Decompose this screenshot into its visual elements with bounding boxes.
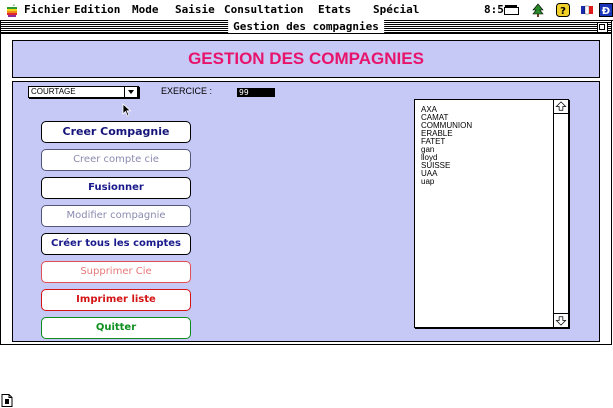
fusionner-button[interactable]: Fusionner [41,177,191,199]
scroll-down-arrow-icon[interactable] [554,313,568,327]
scroll-up-arrow-icon[interactable] [554,100,568,114]
window-gestion-compagnies: Gestion des compagnies GESTION DES COMPA… [0,20,612,345]
app-icon[interactable]: Ð [599,3,613,17]
menu-edition[interactable]: Edition [74,3,120,17]
modifier-compagnie-button[interactable]: Modifier compagnie [41,205,191,227]
zoom-box-icon[interactable] [597,22,608,33]
tree-icon[interactable] [531,3,545,17]
page-title: GESTION DES COMPAGNIES [188,49,424,68]
window-title: Gestion des compagnies [228,20,384,33]
exercice-label: EXERCICE : [161,86,213,96]
menu-fichier[interactable]: Fichier [24,3,70,17]
flag-icon[interactable] [580,3,594,17]
list-scrollbar[interactable] [553,100,568,327]
header-panel: GESTION DES COMPAGNIES [12,40,600,78]
imprimer-liste-button[interactable]: Imprimer liste [41,289,191,311]
svg-text:?: ? [560,6,566,17]
svg-text:Ð: Ð [602,6,610,17]
creer-compte-button[interactable]: Creer compte cie [41,149,191,171]
list-item[interactable]: uap [421,178,472,186]
menu-special[interactable]: Spécial [373,3,419,17]
document-icon[interactable] [1,394,13,407]
quitter-button[interactable]: Quitter [41,317,191,339]
menu-etats[interactable]: Etats [318,3,351,17]
clock-icon [504,5,519,15]
type-popup[interactable]: COURTAGE [28,86,139,98]
menu-mode[interactable]: Mode [132,3,159,17]
help-icon[interactable]: ? [556,3,570,17]
creer-tous-comptes-button[interactable]: Créer tous les comptes [41,233,191,255]
supprimer-button[interactable]: Supprimer Cie [41,261,191,283]
exercice-field[interactable]: 99 [237,88,275,97]
main-panel: COURTAGE EXERCICE : 99 Creer Compagnie C… [12,81,600,342]
creer-compagnie-button[interactable]: Creer Compagnie [41,121,191,143]
menu-saisie[interactable]: Saisie [175,3,215,17]
chevron-down-icon[interactable] [124,86,138,98]
menu-consultation[interactable]: Consultation [224,3,303,17]
window-title-bar[interactable]: Gestion des compagnies [1,20,611,34]
companies-list-items: AXA CAMAT COMMUNION ERABLE FATET gan llo… [421,106,472,186]
mouse-pointer-icon [122,103,132,117]
apple-icon[interactable] [6,3,18,17]
companies-list[interactable]: AXA CAMAT COMMUNION ERABLE FATET gan llo… [414,99,569,328]
menu-bar: Fichier Edition Mode Saisie Consultation… [0,0,613,21]
